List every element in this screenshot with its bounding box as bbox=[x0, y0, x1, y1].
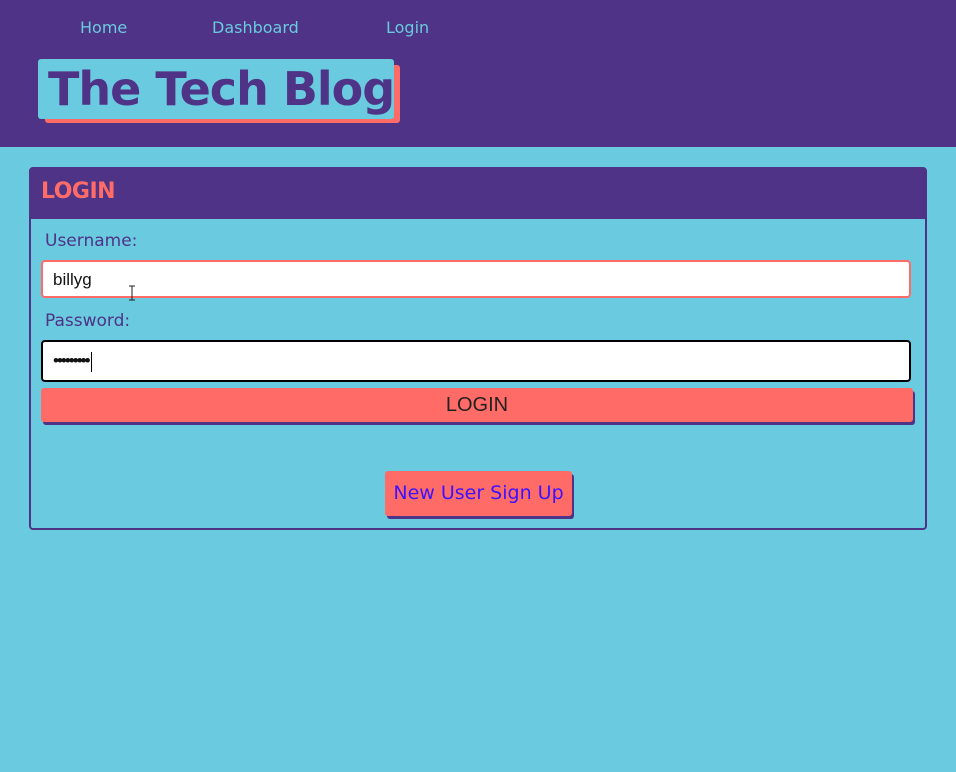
login-card-header: LOGIN bbox=[31, 169, 925, 219]
username-value: billyg bbox=[53, 270, 92, 289]
text-caret bbox=[90, 351, 92, 372]
nav-link-home[interactable]: Home bbox=[80, 18, 127, 37]
password-input[interactable]: ••••••••• bbox=[41, 340, 911, 382]
username-input[interactable]: billyg bbox=[41, 260, 911, 298]
login-button[interactable]: LOGIN bbox=[41, 388, 913, 422]
text-cursor-icon bbox=[129, 285, 135, 301]
username-label: Username: bbox=[45, 231, 138, 251]
login-heading: LOGIN bbox=[41, 179, 116, 204]
signup-button[interactable]: New User Sign Up bbox=[385, 471, 572, 516]
password-value: ••••••••• bbox=[53, 351, 91, 370]
nav-link-dashboard[interactable]: Dashboard bbox=[212, 18, 299, 37]
site-title[interactable]: The Tech Blog bbox=[48, 59, 395, 119]
site-header: Home Dashboard Login The Tech Blog bbox=[0, 0, 956, 147]
password-label: Password: bbox=[45, 311, 131, 331]
nav-link-login[interactable]: Login bbox=[386, 18, 429, 37]
login-card: LOGIN Username: billyg Password: •••••••… bbox=[29, 167, 927, 530]
